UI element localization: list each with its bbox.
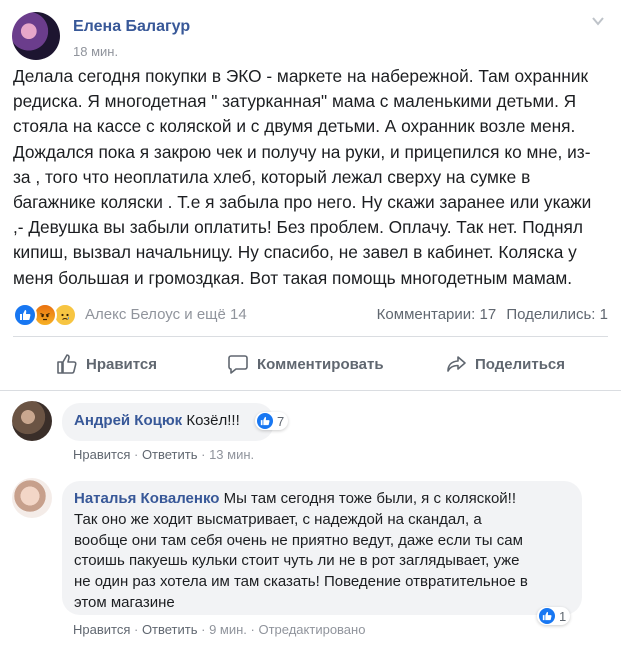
commenter-avatar[interactable] [12,478,52,518]
comment-button[interactable]: Комментировать [227,342,384,386]
chevron-down-icon[interactable] [591,14,605,28]
comment-meta: Нравится · Ответить · 13 мин. [73,447,255,462]
comment-item: Андрей Коцюк Козёл!!! 7 Нравится · Ответ… [12,401,609,471]
share-label: Поделиться [475,355,566,373]
reactors-text[interactable]: Алекс Белоус и ещё 14 [85,306,247,323]
commenter-name[interactable]: Андрей Коцюк [74,412,182,429]
reactions-summary: Алекс Белоус и ещё 14 Комментарии: 17 По… [13,303,608,327]
like-reaction-icon[interactable] [13,303,37,327]
comment-bubble: Наталья Коваленко Мы там сегодня тоже бы… [62,481,582,615]
comment-reactions[interactable]: 1 [537,607,571,625]
comment-time[interactable]: 13 мин. [209,447,254,462]
like-reaction-icon [539,608,555,624]
comment-item: Наталья Коваленко Мы там сегодня тоже бы… [12,478,609,643]
comments-count[interactable]: Комментарии: 17 [377,306,497,323]
share-icon [447,356,466,372]
like-label: Нравится [86,355,158,373]
post-header: Елена Балагур 18 мин. [12,12,609,62]
comment-text: Мы там сегодня тоже были, я с коляской!!… [74,490,528,611]
divider [0,390,621,391]
action-bar: Нравится Комментировать Поделиться [13,342,608,386]
shares-count[interactable]: Поделились: 1 [506,306,608,323]
post-body: Делала сегодня покупки в ЭКО - маркете н… [13,66,592,288]
divider [13,336,608,337]
author-name[interactable]: Елена Балагур [73,18,190,36]
post-timestamp[interactable]: 18 мин. [73,44,118,59]
commenter-avatar[interactable] [12,401,52,441]
comment-text: Козёл!!! [186,412,240,429]
author-avatar[interactable] [12,12,60,60]
comment-edited: Отредактировано [258,622,366,637]
comment-label: Комментировать [257,355,384,373]
like-reaction-icon [257,413,273,429]
commenter-name[interactable]: Наталья Коваленко [74,490,219,507]
comment-reply-link[interactable]: Ответить [142,447,198,462]
comment-like-link[interactable]: Нравится [73,447,130,462]
comment-like-count: 1 [559,608,567,624]
comment-icon [228,355,248,374]
comment-like-link[interactable]: Нравится [73,622,130,637]
comment-bubble: Андрей Коцюк Козёл!!! [62,403,274,441]
comment-time[interactable]: 9 мин. [209,622,247,637]
comment-meta: Нравится · Ответить · 9 мин. · Отредакти… [73,622,366,637]
post-counts: Комментарии: 17 Поделились: 1 [371,306,608,323]
comment-reply-link[interactable]: Ответить [142,622,198,637]
share-button[interactable]: Поделиться [445,342,565,386]
thumbs-up-icon [57,354,77,374]
comment-reactions[interactable]: 7 [255,412,289,430]
like-button[interactable]: Нравится [56,342,157,386]
comment-like-count: 7 [277,413,285,429]
